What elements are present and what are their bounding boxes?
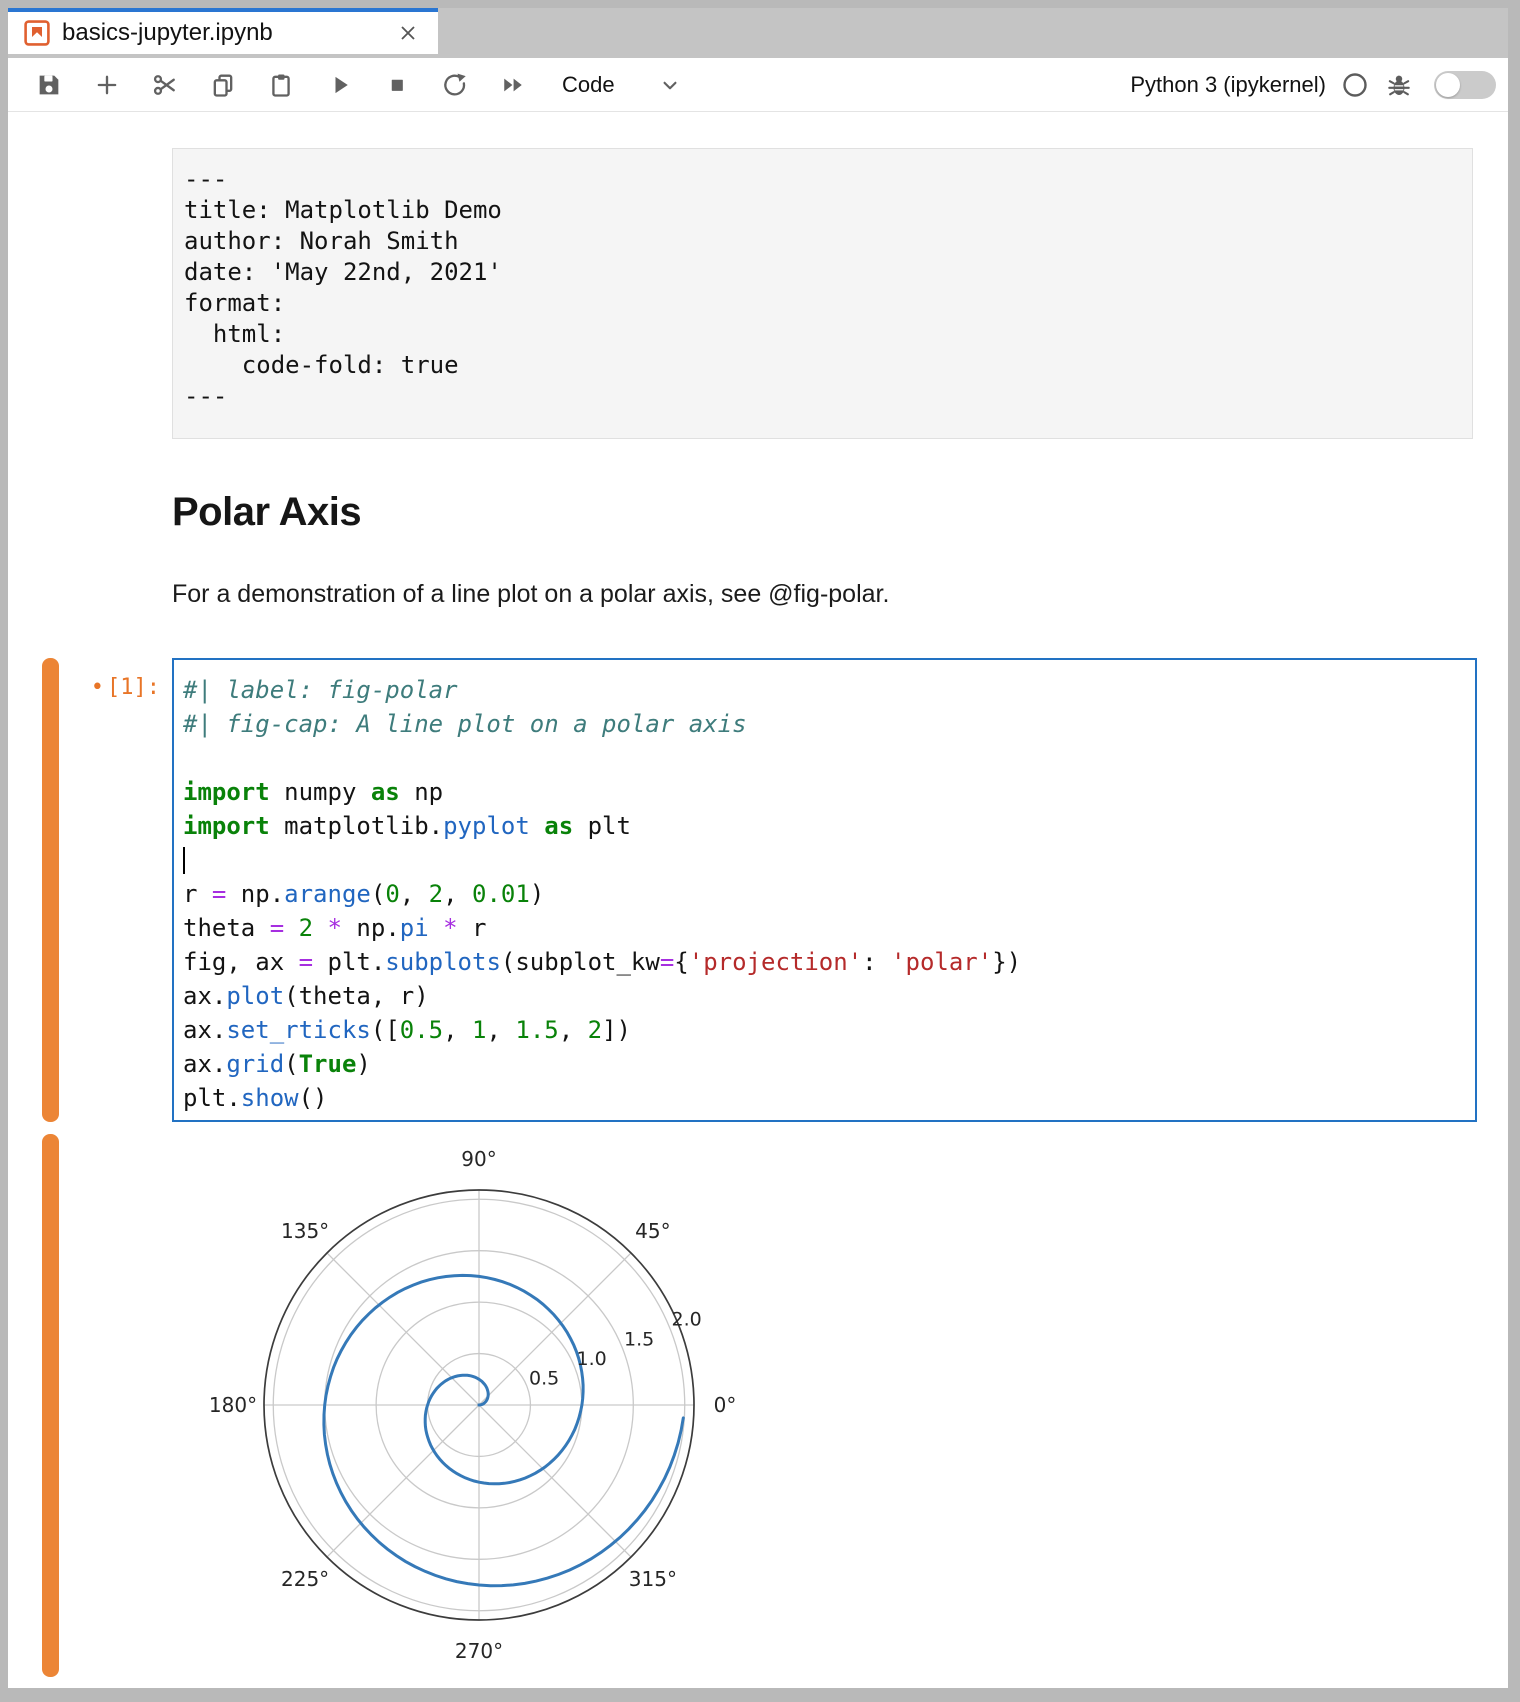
cell-output: 0° 45° 90° 135° 180° 225° 270° 315° 0.5 1.0 1.5 2.0	[160, 1130, 840, 1686]
input-collapser[interactable]	[42, 658, 59, 1122]
svg-text:0.5: 0.5	[529, 1368, 559, 1390]
svg-text:315°: 315°	[629, 1567, 677, 1591]
restart-kernel-icon[interactable]	[438, 68, 472, 102]
code-line: import matplotlib.pyplot as plt	[183, 809, 1467, 843]
raw-yaml-cell[interactable]: ---title: Matplotlib Demoauthor: Norah S…	[172, 148, 1473, 439]
tab-title: basics-jupyter.ipynb	[62, 19, 273, 47]
code-line: #| label: fig-polar	[183, 673, 1467, 707]
svg-text:90°: 90°	[461, 1147, 496, 1171]
notebook-toolbar: Code Python 3 (ipykernel)	[8, 58, 1508, 112]
debugger-bug-icon[interactable]	[1386, 72, 1412, 98]
code-line: r = np.arange(0, 2, 0.01)	[183, 877, 1467, 911]
paste-icon[interactable]	[264, 68, 298, 102]
notebook-file-icon	[24, 20, 50, 46]
cell-type-dropdown[interactable]: Code	[562, 72, 683, 98]
svg-text:225°: 225°	[281, 1567, 329, 1591]
execution-prompt: •[1]:	[68, 675, 160, 700]
code-line	[183, 843, 1467, 877]
markdown-heading: Polar Axis	[172, 490, 361, 535]
code-line: import numpy as np	[183, 775, 1467, 809]
polar-plot-output: 0° 45° 90° 135° 180° 225° 270° 315° 0.5 1.0 1.5 2.0	[160, 1130, 840, 1686]
svg-text:270°: 270°	[455, 1639, 503, 1663]
run-all-icon[interactable]	[496, 68, 530, 102]
notebook-content: ---title: Matplotlib Demoauthor: Norah S…	[8, 112, 1508, 1687]
raw-cell-line: html:	[184, 319, 1462, 350]
copy-icon[interactable]	[206, 68, 240, 102]
raw-cell-line: date: 'May 22nd, 2021'	[184, 257, 1462, 288]
kernel-name[interactable]: Python 3 (ipykernel)	[1130, 72, 1326, 98]
chevron-down-icon	[657, 72, 683, 98]
screenshot-root: basics-jupyter.ipynb	[0, 0, 1520, 1702]
text-cursor	[183, 847, 185, 874]
notebook-tab[interactable]: basics-jupyter.ipynb	[8, 8, 438, 54]
raw-cell-line: title: Matplotlib Demo	[184, 195, 1462, 226]
cut-icon[interactable]	[148, 68, 182, 102]
output-collapser[interactable]	[42, 1134, 59, 1677]
raw-cell-line: author: Norah Smith	[184, 226, 1462, 257]
code-line: fig, ax = plt.subplots(subplot_kw={'proj…	[183, 945, 1467, 979]
interrupt-kernel-icon[interactable]	[380, 68, 414, 102]
prompt-label: [1]:	[107, 675, 160, 700]
code-cell-editor[interactable]: #| label: fig-polar#| fig-cap: A line pl…	[172, 658, 1477, 1122]
code-line: ax.set_rticks([0.5, 1, 1.5, 2])	[183, 1013, 1467, 1047]
svg-text:135°: 135°	[281, 1219, 329, 1243]
markdown-paragraph: For a demonstration of a line plot on a …	[172, 580, 889, 609]
code-line	[183, 741, 1467, 775]
cell-type-value: Code	[562, 72, 615, 98]
code-line: #| fig-cap: A line plot on a polar axis	[183, 707, 1467, 741]
run-icon[interactable]	[322, 68, 356, 102]
raw-cell-line: code-fold: true	[184, 350, 1462, 381]
raw-cell-line: format:	[184, 288, 1462, 319]
tab-bar: basics-jupyter.ipynb	[8, 8, 1508, 58]
svg-text:1.5: 1.5	[624, 1328, 654, 1350]
insert-cell-icon[interactable]	[90, 68, 124, 102]
svg-text:180°: 180°	[209, 1393, 257, 1417]
svg-text:45°: 45°	[635, 1219, 670, 1243]
prompt-bullet: •	[91, 675, 104, 700]
close-icon[interactable]	[394, 19, 422, 47]
svg-text:1.0: 1.0	[576, 1348, 606, 1370]
toolbar-toggle[interactable]	[1434, 71, 1496, 99]
kernel-status-icon	[1342, 72, 1368, 98]
toggle-knob	[1436, 73, 1460, 97]
code-line: plt.show()	[183, 1081, 1467, 1115]
raw-cell-line: ---	[184, 164, 1462, 195]
code-line: theta = 2 * np.pi * r	[183, 911, 1467, 945]
jupyterlab-window: basics-jupyter.ipynb	[8, 8, 1508, 1688]
code-line: ax.plot(theta, r)	[183, 979, 1467, 1013]
raw-cell-line: ---	[184, 381, 1462, 412]
svg-text:0°: 0°	[714, 1393, 737, 1417]
svg-text:2.0: 2.0	[671, 1309, 701, 1331]
kernel-group: Python 3 (ipykernel)	[1130, 71, 1496, 99]
save-icon[interactable]	[32, 68, 66, 102]
code-line: ax.grid(True)	[183, 1047, 1467, 1081]
